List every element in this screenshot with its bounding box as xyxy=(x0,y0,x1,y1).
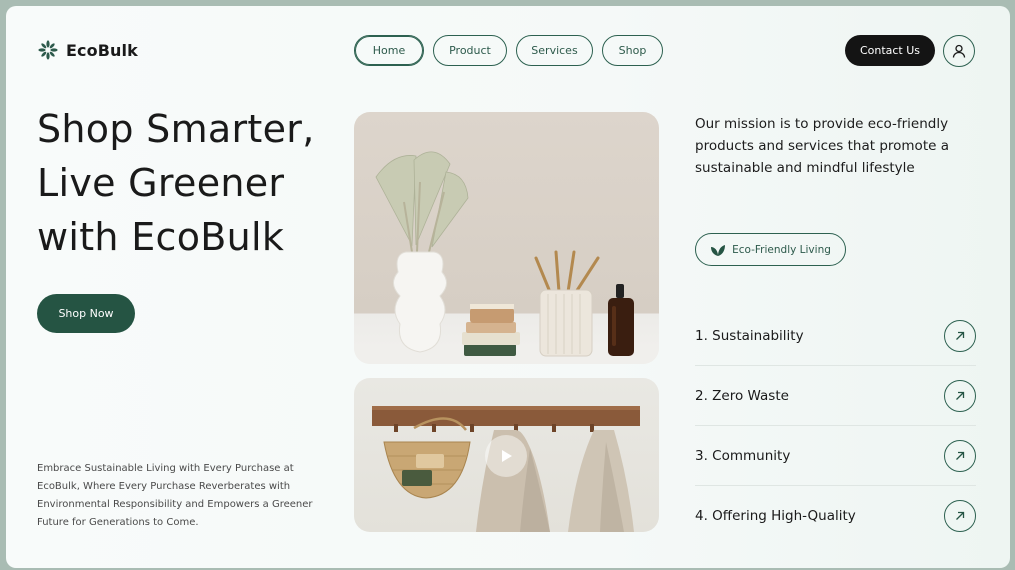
feature-label: 4. Offering High-Quality xyxy=(695,508,856,524)
brand-logo[interactable]: EcoBulk xyxy=(38,40,138,60)
nav-shop[interactable]: Shop xyxy=(602,35,663,66)
feature-item[interactable]: 4. Offering High-Quality xyxy=(695,486,976,546)
feature-label: 1. Sustainability xyxy=(695,327,804,344)
feature-arrow-button[interactable] xyxy=(944,379,976,412)
eco-friendly-badge[interactable]: Eco-Friendly Living xyxy=(695,233,846,266)
nav-home[interactable]: Home xyxy=(354,35,424,66)
towel-hooks-video[interactable] xyxy=(354,378,659,532)
shop-now-button[interactable]: Shop Now xyxy=(37,294,135,333)
hero-title-line: Live Greener xyxy=(37,161,285,205)
feature-item[interactable]: 1. Sustainability xyxy=(695,306,976,366)
leaf-burst-icon xyxy=(38,40,58,60)
feature-arrow-button[interactable] xyxy=(944,319,976,352)
bathroom-decor-photo xyxy=(354,112,659,364)
arrow-up-right-icon xyxy=(956,391,965,400)
arrow-up-right-icon xyxy=(956,511,965,520)
play-icon xyxy=(502,450,512,462)
page-frame: EcoBulk Home Product Services Shop Conta… xyxy=(6,6,1010,568)
hero-title-line: Shop Smarter, xyxy=(37,107,315,151)
arrow-up-right-icon xyxy=(956,331,965,340)
user-icon xyxy=(952,44,966,58)
nav-services[interactable]: Services xyxy=(516,35,593,66)
mission-statement: Our mission is to provide eco-friendly p… xyxy=(695,116,949,176)
feature-label: 2. Zero Waste xyxy=(695,387,789,404)
hero-title-line: with EcoBulk xyxy=(37,215,285,259)
feature-arrow-button[interactable] xyxy=(944,439,976,472)
hero-description: Embrace Sustainable Living with Every Pu… xyxy=(37,463,313,528)
feature-list: 1. Sustainability 2. Zero Waste 3. Commu… xyxy=(695,306,976,546)
nav-product[interactable]: Product xyxy=(433,35,507,66)
feature-item[interactable]: 3. Community xyxy=(695,426,976,486)
feature-arrow-button[interactable] xyxy=(944,500,976,532)
feature-item[interactable]: 2. Zero Waste xyxy=(695,366,976,426)
leaves-icon xyxy=(711,244,726,256)
arrow-up-right-icon xyxy=(956,451,965,460)
user-account-button[interactable] xyxy=(943,35,975,67)
hero-title: Shop Smarter, Live Greener with EcoBulk xyxy=(37,102,337,264)
contact-us-button[interactable]: Contact Us xyxy=(845,35,935,66)
main-nav: Home Product Services Shop xyxy=(354,35,663,66)
brand-name: EcoBulk xyxy=(66,40,138,60)
badge-label: Eco-Friendly Living xyxy=(732,243,831,256)
feature-label: 3. Community xyxy=(695,447,791,464)
play-video-button[interactable] xyxy=(485,435,527,477)
